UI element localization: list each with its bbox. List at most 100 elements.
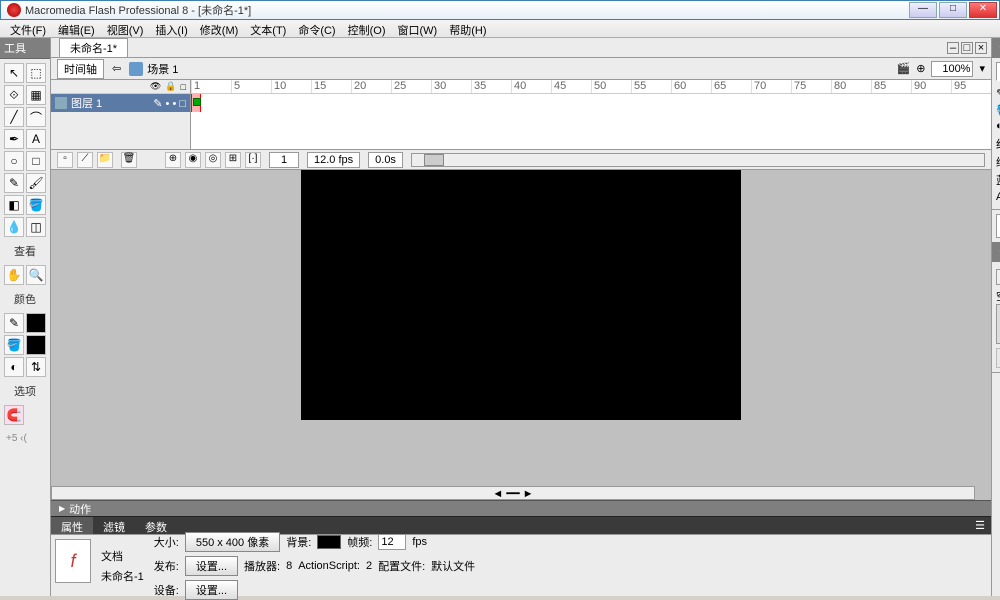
menu-control[interactable]: 控制(O) <box>342 20 392 37</box>
edit-multiple-icon[interactable]: ⊞ <box>225 152 241 168</box>
pen-tool-icon[interactable]: ✒ <box>4 129 24 149</box>
doc-type-label: 文档 <box>101 548 144 564</box>
color-panel-header[interactable]: 颜色 ☰ <box>992 38 1000 58</box>
background-color-swatch[interactable] <box>317 535 341 549</box>
oval-tool-icon[interactable]: ○ <box>4 151 24 171</box>
paint-bucket-tool-icon[interactable]: 🪣 <box>26 195 46 215</box>
minimize-button[interactable]: — <box>909 2 937 18</box>
free-transform-tool-icon[interactable]: ⟐ <box>4 85 24 105</box>
frame-ruler[interactable]: 15101520253035404550556065707580859095 <box>191 80 991 94</box>
stroke-swatch[interactable] <box>26 313 46 333</box>
menu-insert[interactable]: 插入(I) <box>149 20 193 37</box>
insert-layer-icon[interactable]: ▫ <box>57 152 73 168</box>
hand-tool-icon[interactable]: ✋ <box>4 265 24 285</box>
frame-track[interactable] <box>191 94 991 112</box>
stage-area[interactable]: ◄ ━━ ► <box>51 170 991 500</box>
onion-markers-icon[interactable]: [·] <box>245 152 261 168</box>
document-tab[interactable]: 未命名-1* <box>59 38 128 57</box>
fps-input[interactable] <box>378 534 406 550</box>
edit-scene-icon[interactable]: 🎬 <box>897 62 911 75</box>
menu-help[interactable]: 帮助(H) <box>443 20 492 37</box>
zoom-input[interactable] <box>931 61 973 77</box>
current-frame-input[interactable] <box>269 152 299 168</box>
brush-tool-icon[interactable]: 🖌 <box>26 173 46 193</box>
menu-window[interactable]: 窗口(W) <box>392 20 444 37</box>
fill-color-icon[interactable]: 🪣 <box>4 335 24 355</box>
ink-bottle-tool-icon[interactable]: ◧ <box>4 195 24 215</box>
document-type-icon: f <box>55 539 91 583</box>
text-tool-icon[interactable]: A <box>26 129 46 149</box>
center-frame-icon[interactable]: ⊕ <box>165 152 181 168</box>
doc-restore-icon[interactable]: □ <box>961 42 973 54</box>
library-columns[interactable]: 名称 类型 <box>996 348 1000 368</box>
stage-canvas[interactable] <box>301 170 741 420</box>
tab-filters[interactable]: 滤镜 <box>93 517 135 534</box>
insert-guide-icon[interactable]: ⟋ <box>77 152 93 168</box>
eyedropper-tool-icon[interactable]: 💧 <box>4 217 24 237</box>
title-bar: Macromedia Flash Professional 8 - [未命名-1… <box>0 0 1000 20</box>
app-icon <box>7 3 21 17</box>
panel-menu-icon[interactable]: ☰ <box>969 517 991 534</box>
onion-skin-icon[interactable]: ◉ <box>185 152 201 168</box>
insert-folder-icon[interactable]: 📁 <box>97 152 113 168</box>
bw-toggle-icon[interactable]: ◐ <box>996 120 1000 132</box>
actions-panel-header[interactable]: 动作 <box>51 500 991 516</box>
size-button[interactable]: 550 x 400 像素 <box>185 532 280 552</box>
outline-icon[interactable]: □ <box>181 82 186 92</box>
snap-option-icon[interactable]: 🧲 <box>4 405 24 425</box>
doc-minimize-icon[interactable]: – <box>947 42 959 54</box>
timeline-scrollbar[interactable] <box>411 153 985 167</box>
timeline-toggle-button[interactable]: 时间轴 <box>57 59 104 79</box>
layer-row[interactable]: 图层 1 ✎ • • □ <box>51 94 190 112</box>
horizontal-scrollbar[interactable]: ◄ ━━ ► <box>51 486 975 500</box>
view-section-label: 查看 <box>0 241 50 261</box>
fill-icon[interactable]: 🪣 <box>996 104 1000 117</box>
library-empty-label: 空的库 <box>996 288 1000 304</box>
publish-settings-button[interactable]: 设置... <box>185 556 238 576</box>
menu-modify[interactable]: 修改(M) <box>194 20 245 37</box>
window-title: Macromedia Flash Professional 8 - [未命名-1… <box>25 2 251 18</box>
menu-edit[interactable]: 编辑(E) <box>52 20 101 37</box>
close-button[interactable]: ✕ <box>969 2 997 18</box>
tab-properties[interactable]: 属性 <box>51 517 93 534</box>
as-value: 2 <box>366 560 372 572</box>
scene-name[interactable]: 场景 1 <box>147 61 178 77</box>
line-tool-icon[interactable]: ╱ <box>4 107 24 127</box>
toolbox-panel: 工具 ↖ ⬚ ⟐ ▦ ╱ ⌒ ✒ A ○ □ ✎ 🖌 ◧ 🪣 💧 ◫ 查看 ✋ … <box>0 38 51 596</box>
stroke-icon[interactable]: ✎ <box>996 87 1000 100</box>
fill-swatch[interactable] <box>26 335 46 355</box>
layer-icon <box>55 97 67 109</box>
device-settings-button[interactable]: 设置... <box>185 580 238 600</box>
menu-text[interactable]: 文本(T) <box>244 20 292 37</box>
lasso-tool-icon[interactable]: ⌒ <box>26 107 46 127</box>
gradient-tool-icon[interactable]: ▦ <box>26 85 46 105</box>
doc-close-icon[interactable]: × <box>975 42 987 54</box>
library-panel-header[interactable]: 库 - 未命名-1 ☰ <box>992 242 1000 262</box>
maximize-button[interactable]: □ <box>939 2 967 18</box>
watermark-area: ◉ 天空蓝 动漫星空 TIANKONGLAN <box>992 373 1000 596</box>
tab-mixer[interactable]: 混色器 <box>996 62 1000 81</box>
menu-view[interactable]: 视图(V) <box>101 20 150 37</box>
subselection-tool-icon[interactable]: ⬚ <box>26 63 46 83</box>
show-hide-icon[interactable]: 👁 <box>150 81 161 92</box>
bw-icon[interactable]: ◐ <box>4 357 24 377</box>
lock-icon[interactable]: 🔒 <box>165 81 176 92</box>
zoom-dropdown-icon[interactable]: ▾ <box>979 62 985 75</box>
pencil-tool-icon[interactable]: ✎ <box>4 173 24 193</box>
stroke-color-icon[interactable]: ✎ <box>4 313 24 333</box>
back-icon[interactable]: ⇦ <box>112 62 121 75</box>
menu-commands[interactable]: 命令(C) <box>292 20 341 37</box>
eraser-tool-icon[interactable]: ◫ <box>26 217 46 237</box>
menu-file[interactable]: 文件(F) <box>4 20 52 37</box>
edit-symbol-icon[interactable]: ⊕ <box>916 62 925 75</box>
rectangle-tool-icon[interactable]: □ <box>26 151 46 171</box>
swap-colors-icon[interactable]: ⇅ <box>26 357 46 377</box>
zoom-tool-icon[interactable]: 🔍 <box>26 265 46 285</box>
library-doc-select[interactable]: 未命名-1 <box>996 269 1000 285</box>
toolbox-header: 工具 <box>0 38 50 59</box>
player-label: 播放器: <box>244 558 280 574</box>
keyframe-icon[interactable] <box>193 98 201 106</box>
onion-outline-icon[interactable]: ◎ <box>205 152 221 168</box>
selection-tool-icon[interactable]: ↖ <box>4 63 24 83</box>
delete-layer-icon[interactable]: 🗑 <box>121 152 137 168</box>
